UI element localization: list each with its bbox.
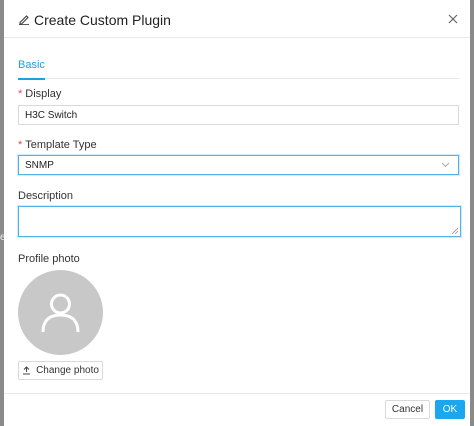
chevron-down-icon: [441, 162, 450, 168]
display-input[interactable]: H3C Switch: [18, 105, 459, 125]
create-plugin-dialog: Create Custom Plugin Basic * Display H3C …: [4, 0, 470, 426]
upload-icon: [23, 366, 31, 375]
dialog-title: Create Custom Plugin: [34, 12, 171, 28]
template-type-value: SNMP: [25, 160, 54, 171]
change-photo-label: Change photo: [36, 365, 99, 376]
ok-button[interactable]: OK: [435, 400, 465, 419]
required-mark: *: [18, 139, 23, 151]
required-mark: *: [18, 88, 23, 100]
footer-divider: [4, 393, 470, 394]
template-type-label-text: Template Type: [25, 139, 97, 151]
tab-bar: Basic: [18, 56, 459, 80]
display-label-text: Display: [25, 88, 62, 100]
avatar: [18, 270, 103, 355]
description-textarea[interactable]: [18, 206, 461, 237]
user-icon: [41, 293, 80, 333]
tab-basic[interactable]: Basic: [18, 59, 45, 80]
change-photo-button[interactable]: Change photo: [18, 361, 103, 380]
dialog-header: Create Custom Plugin: [4, 0, 470, 38]
resize-handle-icon[interactable]: [452, 228, 458, 234]
display-label: * Display: [18, 88, 61, 100]
template-type-label: * Template Type: [18, 139, 97, 151]
template-type-select[interactable]: SNMP: [18, 155, 459, 175]
profile-photo-label: Profile photo: [18, 253, 80, 265]
edit-icon: [19, 15, 29, 25]
description-label: Description: [18, 190, 74, 202]
cancel-button[interactable]: Cancel: [385, 400, 430, 419]
close-icon[interactable]: [446, 12, 460, 26]
